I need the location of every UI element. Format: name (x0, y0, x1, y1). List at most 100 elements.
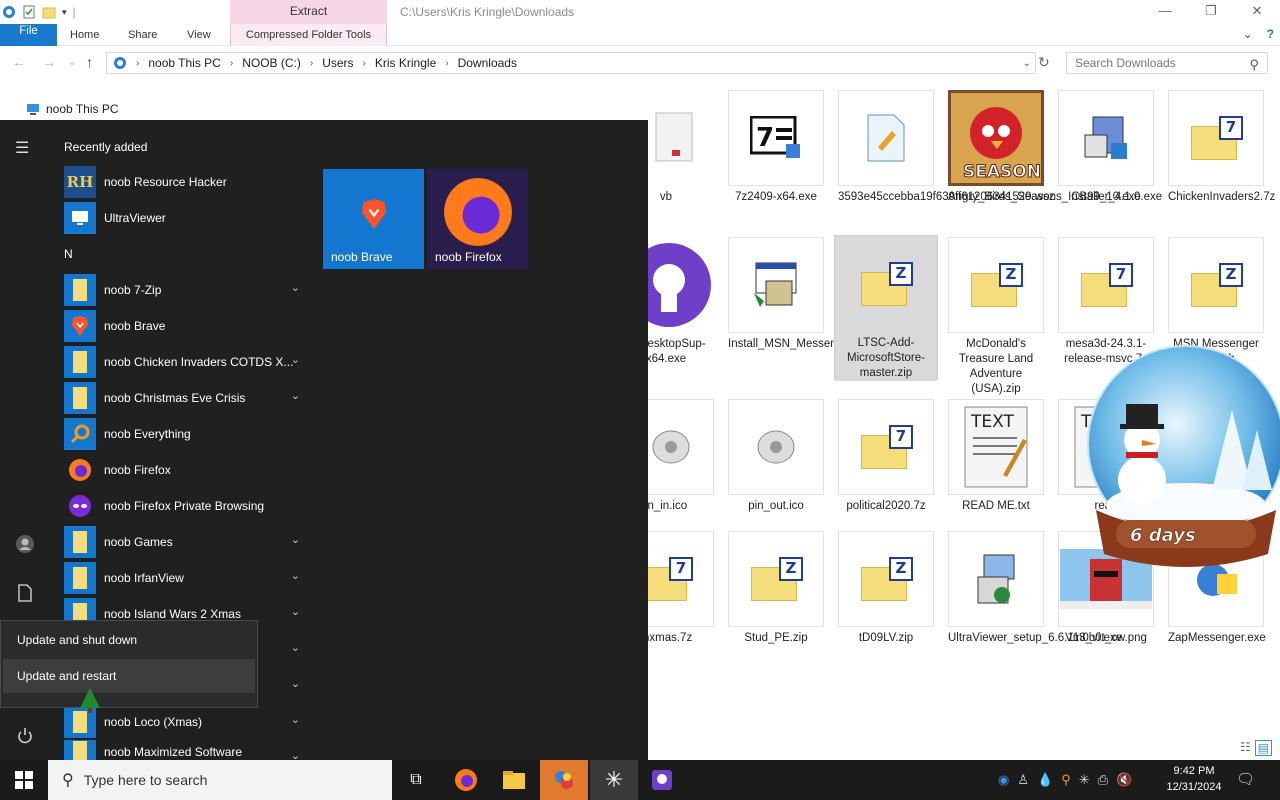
tray-snowflake-icon[interactable]: ✳ (1079, 772, 1090, 788)
taskbar-snowflake-app[interactable]: ✳ (590, 760, 638, 800)
tab-file[interactable]: File (0, 24, 57, 46)
chevron-down-icon[interactable]: ⌄ (291, 353, 300, 366)
taskbar-search-box[interactable]: ⚲ Type here to search (48, 760, 392, 800)
chevron-down-icon[interactable]: ⌄ (291, 677, 300, 690)
this-pc-icon (114, 57, 126, 69)
tab-home[interactable]: Home (70, 24, 99, 46)
app-item-chicken-invaders[interactable]: noob Chicken Invaders COTDS X... ⌄ (64, 344, 312, 380)
tray-app-icon[interactable]: ◉ (998, 772, 1009, 788)
minimize-button[interactable]: — (1142, 0, 1188, 24)
file-item[interactable]: Z tD09LV.zip (838, 531, 934, 646)
file-item[interactable]: Z McDonald's Treasure Land Adventure (US… (948, 237, 1044, 397)
chevron-down-icon[interactable]: ⌄ (291, 605, 300, 618)
nav-this-pc[interactable]: noob This PC (26, 102, 119, 116)
breadcrumb-user[interactable]: Kris Kringle (375, 56, 436, 70)
taskbar-app-active[interactable] (540, 760, 588, 800)
breadcrumb-this-pc[interactable]: noob This PC (148, 56, 221, 70)
app-item-games[interactable]: noob Games ⌄ (64, 524, 312, 560)
tile-brave[interactable]: noob Brave (323, 169, 424, 269)
hamburger-menu-icon[interactable]: ☰ (15, 138, 29, 158)
file-item[interactable]: TEXT READ ME.txt (948, 399, 1044, 514)
app-label: noob 7-Zip (104, 283, 162, 297)
tab-share[interactable]: Share (128, 24, 157, 46)
file-item[interactable]: 7 ChickenInvaders2.7z (1168, 90, 1275, 205)
update-and-restart-option[interactable]: Update and restart (3, 659, 255, 693)
address-dropdown-icon[interactable]: ⌄ (1023, 58, 1031, 69)
expand-ribbon-icon[interactable]: ⌄ (1243, 27, 1253, 41)
breadcrumb-users[interactable]: Users (322, 56, 353, 70)
file-item-selected[interactable]: Z LTSC-Add-MicrosoftStore-master.zip (834, 235, 938, 381)
search-input[interactable]: Search Downloads ⚲ (1066, 52, 1268, 74)
file-item[interactable]: Install_MSN_Messenger.exe (728, 237, 874, 352)
new-folder-icon[interactable] (42, 5, 56, 19)
app-item-christmas-eve-crisis[interactable]: noob Christmas Eve Crisis ⌄ (64, 380, 312, 416)
volume-muted-icon[interactable]: 🔇 (1116, 772, 1132, 788)
tile-firefox[interactable]: noob Firefox (427, 169, 528, 269)
user-avatar-icon[interactable] (15, 534, 35, 554)
chevron-down-icon[interactable]: ⌄ (291, 533, 300, 546)
svg-text:TEXT: TEXT (970, 412, 1014, 432)
network-icon[interactable]: ⎙ (1098, 772, 1108, 788)
chevron-down-icon[interactable]: ⌄ (291, 641, 300, 654)
file-item[interactable]: 7 political2020.7z (838, 399, 934, 514)
app-item-irfanview[interactable]: noob IrfanView ⌄ (64, 560, 312, 596)
app-item-7zip[interactable]: noob 7-Zip ⌄ (64, 272, 312, 308)
tray-search-icon[interactable]: ⚲ (1061, 772, 1071, 788)
7zip-installer-icon: 7 (728, 90, 824, 186)
file-item[interactable]: 3593e45ccebba19f639ff61206341529.wsz (838, 90, 1055, 205)
details-view-icon[interactable]: ☷ (1240, 740, 1251, 756)
chevron-down-icon[interactable]: ⌄ (291, 389, 300, 402)
file-item[interactable]: CB99_10.exe (1058, 90, 1154, 205)
file-item[interactable]: 7 7z2409-x64.exe (728, 90, 824, 205)
task-view-button[interactable]: ⧉ (392, 760, 440, 800)
notification-center-icon[interactable]: 🗨 (1236, 770, 1255, 788)
properties-icon[interactable] (22, 5, 36, 19)
app-item-firefox[interactable]: noob Firefox (64, 452, 312, 488)
task-view-icon: ⧉ (410, 771, 422, 788)
tray-drop-icon[interactable]: 💧 (1037, 772, 1053, 788)
letter-heading[interactable]: N (64, 236, 312, 272)
tray-app-icon[interactable]: ♙ (1017, 772, 1029, 788)
chevron-down-icon[interactable]: ⌄ (291, 569, 300, 582)
file-item[interactable]: UltraViewer_setup_6.6.113_vi.exe (948, 531, 1122, 646)
tab-view[interactable]: View (187, 24, 211, 46)
tab-compressed-folder-tools[interactable]: Compressed Folder Tools (230, 24, 387, 46)
taskbar-firefox[interactable] (442, 760, 490, 800)
app-item-loco[interactable]: noob Loco (Xmas) ⌄ (64, 704, 312, 740)
app-item-resource-hacker[interactable]: RH noob Resource Hacker (64, 164, 312, 200)
app-label: noob Games (104, 535, 173, 549)
app-item-everything[interactable]: noob Everything (64, 416, 312, 452)
forward-icon[interactable]: → (42, 54, 56, 70)
back-icon[interactable]: ← (12, 54, 26, 70)
breadcrumb-drive[interactable]: NOOB (C:) (242, 56, 301, 70)
taskbar-github-desktop[interactable] (638, 760, 686, 800)
clock[interactable]: 9:42 PM 12/31/2024 (1160, 763, 1228, 795)
chevron-down-icon[interactable]: ⌄ (291, 281, 300, 294)
file-item[interactable]: pin_out.ico (728, 399, 824, 514)
restore-button[interactable]: ❐ (1188, 0, 1234, 24)
breadcrumb-downloads[interactable]: Downloads (458, 56, 517, 70)
help-icon[interactable]: ? (1267, 27, 1274, 41)
power-icon[interactable] (16, 727, 34, 745)
update-and-shut-down-option[interactable]: Update and shut down (3, 623, 255, 657)
app-item-brave[interactable]: noob Brave (64, 308, 312, 344)
chevron-down-icon[interactable]: ⌄ (291, 713, 300, 726)
taskbar-file-explorer[interactable] (490, 760, 538, 800)
customize-qat-icon[interactable]: ▾ (62, 7, 67, 18)
extract-context-tab[interactable]: Extract (230, 0, 387, 24)
file-item[interactable]: SEASONS Angry_Birds_Seasons_Installer_4.… (948, 90, 1162, 205)
recent-locations-icon[interactable]: ⌄ (68, 57, 76, 68)
app-item-firefox-private[interactable]: noob Firefox Private Browsing (64, 488, 312, 524)
address-bar[interactable]: › noob This PC › NOOB (C:) › Users › Kri… (106, 52, 1036, 74)
start-button[interactable] (0, 760, 48, 800)
refresh-icon[interactable]: ↻ (1038, 54, 1050, 71)
up-icon[interactable]: ↑ (86, 54, 93, 70)
explorer-icon[interactable] (2, 5, 16, 19)
file-item[interactable]: Z Stud_PE.zip (728, 531, 824, 646)
snow-globe-countdown[interactable]: 6 days (1082, 340, 1280, 590)
documents-icon[interactable] (17, 584, 33, 602)
app-label: noob Resource Hacker (104, 175, 227, 189)
large-icons-view-icon[interactable]: ▤ (1254, 740, 1272, 756)
app-item-ultraviewer[interactable]: UltraViewer (64, 200, 312, 236)
close-button[interactable]: ✕ (1234, 0, 1280, 24)
